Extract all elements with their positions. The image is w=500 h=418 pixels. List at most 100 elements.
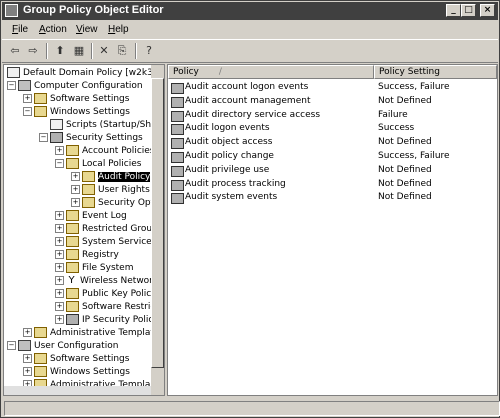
expand-icon[interactable]: + (23, 354, 32, 363)
tree-item-wireless-network[interactable]: + Y Wireless Networ (55, 275, 153, 288)
expand-icon[interactable]: + (71, 172, 80, 181)
expand-icon[interactable]: + (55, 276, 64, 285)
expand-icon[interactable]: + (23, 94, 32, 103)
table-row[interactable]: Audit directory service access Failure (168, 109, 493, 122)
policy-icon (171, 138, 184, 150)
folder-icon (66, 236, 79, 247)
table-row[interactable]: Audit account management Not Defined (168, 95, 493, 108)
expand-icon[interactable]: + (55, 289, 64, 298)
console-tree[interactable]: Default Domain Policy [w2k3-1.c − Compute… (3, 64, 165, 396)
tree-item-administrative-templates[interactable]: + Administrative Template (23, 327, 159, 340)
collapse-icon[interactable]: − (39, 133, 48, 142)
expand-icon[interactable]: + (55, 250, 64, 259)
export-list-icon[interactable]: ⎘ (114, 43, 130, 58)
folder-icon (34, 366, 47, 377)
folder-icon (82, 197, 95, 208)
tree-item-root[interactable]: Default Domain Policy [w2k3-1.c (7, 67, 164, 80)
tree-item-ip-security[interactable]: + IP Security Polici (55, 314, 156, 327)
expand-icon[interactable]: + (55, 224, 64, 233)
help-icon[interactable]: ? (141, 43, 157, 58)
expand-icon[interactable]: + (55, 263, 64, 272)
expand-icon[interactable]: + (55, 315, 64, 324)
menu-help[interactable]: Help (108, 24, 129, 35)
scroll-thumb[interactable] (151, 78, 164, 368)
tree-item-system-services[interactable]: + System Services (55, 236, 156, 249)
tree-item-event-log[interactable]: + Event Log (55, 210, 127, 223)
policy-name: Audit account logon events (185, 82, 309, 92)
tree-item-user-windows-settings[interactable]: + Windows Settings (23, 366, 130, 379)
expand-icon[interactable]: + (71, 198, 80, 207)
tree-item-restricted-groups[interactable]: + Restricted Group (55, 223, 158, 236)
folder-icon (34, 353, 47, 364)
user-icon (18, 340, 31, 351)
tree-item-windows-settings[interactable]: − Windows Settings (23, 106, 130, 119)
maximize-button[interactable]: □ (461, 4, 476, 17)
delete-icon[interactable]: ✕ (96, 43, 112, 58)
table-row[interactable]: Audit policy change Success, Failure (168, 150, 493, 163)
tree-item-user-configuration[interactable]: − User Configuration (7, 340, 118, 353)
tree-item-audit-policy[interactable]: + Audit Policy (71, 171, 151, 184)
expand-icon[interactable]: + (55, 302, 64, 311)
tree-item-security-settings[interactable]: − Security Settings (39, 132, 143, 145)
tree-item-scripts[interactable]: Scripts (Startup/Shu (50, 119, 157, 132)
expand-icon[interactable]: + (55, 146, 64, 155)
policy-name: Audit account management (185, 95, 311, 106)
toolbar-separator (135, 43, 137, 59)
column-header-policy-setting[interactable]: Policy Setting (374, 65, 497, 79)
policy-icon (171, 96, 184, 108)
list-header: Policy / Policy Setting (168, 65, 497, 79)
policy-setting: Not Defined (378, 95, 432, 106)
policy-setting: Success, Failure (378, 151, 450, 161)
table-row[interactable]: Audit object access Not Defined (168, 136, 493, 150)
expand-icon[interactable]: + (23, 367, 32, 376)
menu-file[interactable]: File (12, 24, 28, 35)
forward-icon[interactable]: ⇨ (25, 43, 41, 58)
show-hide-tree-icon[interactable]: ▦ (71, 43, 87, 58)
tree-item-software-restriction[interactable]: + Software Restric (55, 301, 155, 314)
collapse-icon[interactable]: − (7, 341, 16, 350)
up-level-icon[interactable]: ⬆ (52, 43, 68, 58)
collapse-icon[interactable]: − (7, 81, 16, 90)
back-icon[interactable]: ⇦ (7, 43, 23, 58)
expand-icon[interactable]: + (23, 328, 32, 337)
menu-view[interactable]: View (76, 24, 98, 35)
policy-icon (171, 83, 184, 94)
table-row[interactable]: Audit account logon events Success, Failu… (168, 81, 493, 94)
folder-icon (82, 184, 95, 195)
tree-item-file-system[interactable]: + File System (55, 262, 133, 275)
tree-item-security-options[interactable]: + Security Opt (71, 197, 154, 210)
close-button[interactable]: × (480, 4, 495, 17)
policy-name: Audit system events (185, 192, 278, 203)
table-row[interactable]: Audit privilege use Not Defined (168, 164, 493, 177)
ip-security-icon (66, 314, 79, 325)
policy-setting: Not Defined (378, 178, 432, 189)
tree-item-computer-configuration[interactable]: − Computer Configuration (7, 80, 143, 93)
tree-item-public-key-policies[interactable]: + Public Key Policie (55, 288, 159, 301)
table-row[interactable]: Audit system events Not Defined (168, 191, 493, 205)
policy-name: Audit policy change (185, 151, 274, 161)
expand-icon[interactable]: + (55, 237, 64, 246)
policy-setting: Not Defined (378, 192, 432, 203)
title-bar[interactable]: Group Policy Object Editor _ □ × (2, 2, 498, 20)
collapse-icon[interactable]: − (23, 107, 32, 116)
tree-item-software-settings[interactable]: + Software Settings (23, 93, 129, 106)
folder-icon (66, 262, 79, 273)
tree-item-local-policies[interactable]: − Local Policies (55, 158, 141, 171)
tree-item-user-software-settings[interactable]: + Software Settings (23, 353, 129, 366)
tree-scrollbar[interactable] (151, 65, 164, 395)
tree-item-user-rights[interactable]: + User Rights (71, 184, 150, 197)
expand-icon[interactable]: + (55, 211, 64, 220)
table-row[interactable]: Audit process tracking Not Defined (168, 178, 493, 191)
policy-icon (171, 165, 184, 177)
tree-horizontal-scrollbar[interactable] (4, 386, 151, 395)
minimize-button[interactable]: _ (446, 4, 461, 17)
tree-item-registry[interactable]: + Registry (55, 249, 119, 262)
collapse-icon[interactable]: − (55, 159, 64, 168)
menu-action[interactable]: Action (39, 24, 67, 35)
policy-name: Audit logon events (185, 123, 270, 134)
tree-item-account-policies[interactable]: + Account Policies (55, 145, 155, 158)
column-header-policy[interactable]: Policy / (168, 65, 374, 79)
table-row[interactable]: Audit logon events Success (168, 122, 493, 136)
expand-icon[interactable]: + (71, 185, 80, 194)
folder-icon (66, 301, 79, 312)
